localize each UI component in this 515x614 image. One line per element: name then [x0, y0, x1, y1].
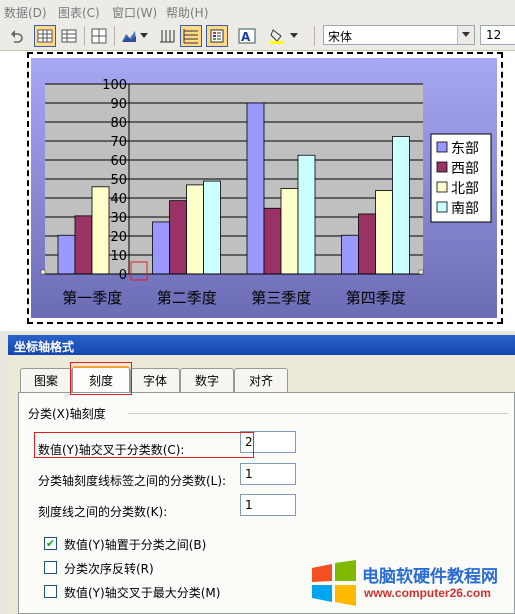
legend-label: 东部 [451, 141, 479, 157]
chevron-down-icon[interactable] [138, 25, 150, 47]
y-tick-label: 30 [110, 211, 127, 226]
bar[interactable] [74, 215, 93, 275]
menu-help[interactable]: 帮助(H) [166, 4, 208, 21]
tab-alignment[interactable]: 对齐 [234, 368, 288, 392]
bar[interactable] [358, 213, 376, 275]
site-url: www.computer26.com [364, 586, 491, 600]
y-tick-label: 100 [102, 78, 127, 93]
font-name-select[interactable]: 宋体 [323, 25, 475, 45]
selection-handle[interactable] [418, 269, 424, 275]
legend-label: 西部 [451, 161, 479, 177]
font-name-value: 宋体 [328, 30, 353, 44]
y-tick-label: 60 [110, 154, 127, 169]
between-categories-checkbox[interactable]: ✔ [44, 537, 57, 550]
x-tick-label: 第四季度 [346, 289, 406, 307]
datasheet-icon[interactable] [58, 25, 80, 47]
legend-swatch [436, 181, 448, 193]
bar[interactable] [57, 234, 76, 275]
y-tick-label: 10 [110, 249, 127, 264]
x-tick-label: 第一季度 [62, 289, 122, 307]
tab-number[interactable]: 数字 [180, 368, 234, 392]
bar[interactable] [203, 180, 221, 275]
font-size-select[interactable]: 12 [480, 25, 515, 45]
x-tick-label: 第三季度 [251, 289, 311, 307]
selection-handle[interactable] [40, 269, 46, 275]
svg-text:A: A [241, 30, 251, 44]
dialog-title: 坐标轴格式 [14, 340, 75, 354]
bar[interactable] [246, 102, 265, 275]
chart[interactable]: 0102030405060708090100 第一季度 第二季度 第三季度 第四季度 … [31, 58, 497, 318]
chevron-down-icon[interactable] [457, 26, 474, 44]
chevron-down-icon[interactable] [288, 25, 300, 47]
bar[interactable] [152, 221, 170, 275]
cross-at-max-checkbox[interactable] [44, 585, 57, 598]
group-title: 分类(X)轴刻度 [28, 407, 106, 421]
tab-label: 数字 [194, 374, 219, 388]
tab-font[interactable]: 字体 [130, 368, 180, 392]
tab-label: 图案 [33, 374, 58, 388]
grid-icon[interactable] [88, 25, 110, 47]
y-tick-label: 40 [110, 192, 127, 207]
y-tick-label: 80 [110, 116, 127, 131]
y-tick-label: 20 [110, 230, 127, 245]
menu-window[interactable]: 窗口(W) [112, 4, 157, 21]
bar[interactable] [341, 234, 359, 275]
site-logo [310, 560, 358, 609]
group-divider [128, 413, 508, 414]
vertical-gridlines-icon[interactable] [156, 25, 178, 47]
bar[interactable] [91, 186, 110, 275]
y-tick-label: 50 [110, 173, 127, 188]
y-tick-label: 70 [110, 135, 127, 150]
label-interval-field[interactable]: 1 [240, 463, 296, 485]
bar[interactable] [297, 154, 316, 275]
fill-color-icon[interactable] [266, 25, 288, 47]
bar[interactable] [392, 136, 410, 275]
legend-label: 南部 [451, 201, 479, 217]
tab-label: 对齐 [248, 374, 273, 388]
tab-patterns[interactable]: 图案 [20, 368, 72, 392]
reverse-order-checkbox[interactable] [44, 561, 57, 574]
y-tick-label: 90 [110, 97, 127, 112]
between-categories-label: 数值(Y)轴置于分类之间(B) [64, 538, 207, 552]
legend-icon[interactable] [206, 25, 228, 47]
x-tick-label: 第二季度 [157, 289, 217, 307]
font-size-value: 12 [486, 28, 502, 42]
text-box-icon[interactable]: A [236, 25, 258, 47]
bar[interactable] [280, 188, 299, 275]
menu-data[interactable]: 数据(D) [4, 4, 47, 21]
tick-interval-field[interactable]: 1 [240, 494, 296, 516]
tab-label: 字体 [142, 374, 167, 388]
field-highlight [34, 432, 254, 458]
label-interval-value: 1 [245, 467, 253, 481]
bar[interactable] [169, 200, 187, 275]
legend-label: 北部 [451, 181, 479, 197]
undo-icon[interactable] [6, 25, 28, 47]
dialog-titlebar[interactable]: 坐标轴格式 [8, 335, 515, 355]
tab-highlight [70, 362, 132, 395]
horizontal-gridlines-icon[interactable] [180, 25, 202, 47]
menu-bar: 数据(D) 图表(C) 窗口(W) 帮助(H) [0, 0, 515, 23]
y-tick-label: 0 [119, 268, 127, 283]
legend-swatch [436, 161, 448, 173]
menu-chart[interactable]: 图表(C) [58, 4, 100, 21]
site-name: 电脑软硬件教程网 [362, 567, 498, 586]
label-interval-label: 分类轴刻度线标签之间的分类数(L): [38, 474, 227, 488]
legend-swatch [436, 141, 448, 153]
chart-type-icon[interactable] [118, 25, 140, 47]
bar[interactable] [186, 184, 204, 275]
bar[interactable] [263, 207, 282, 275]
bar[interactable] [375, 190, 393, 275]
windows-logo-icon [312, 560, 356, 606]
reverse-order-label: 分类次序反转(R) [64, 562, 154, 576]
tick-interval-label: 刻度线之间的分类数(K): [38, 505, 168, 519]
chart-toolbar: A 宋体 12 [0, 22, 515, 51]
format-table-icon[interactable] [34, 25, 56, 47]
tick-interval-value: 1 [245, 498, 253, 512]
legend-swatch [436, 201, 448, 213]
cross-at-max-label: 数值(Y)轴交叉于最大分类(M) [64, 586, 221, 600]
